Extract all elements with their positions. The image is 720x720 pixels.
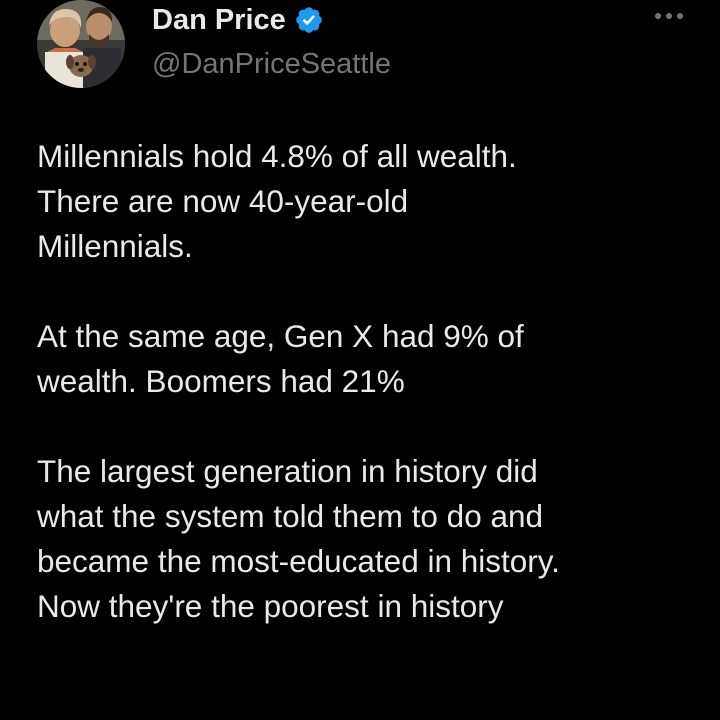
tweet-line: Now they're the poorest in history [37, 588, 504, 624]
tweet-line: what the system told them to do and [37, 498, 544, 534]
author-handle[interactable]: @DanPriceSeattle [152, 46, 391, 82]
avatar[interactable] [37, 0, 125, 88]
more-dot-icon [655, 13, 661, 19]
tweet-paragraph: Millennials hold 4.8% of all wealth. The… [37, 134, 697, 269]
author-name-row: Dan Price [152, 2, 324, 38]
verified-badge-icon [294, 5, 324, 35]
tweet-line: The largest generation in history did [37, 453, 538, 489]
tweet-line: wealth. Boomers had 21% [37, 363, 405, 399]
avatar-photo [37, 0, 125, 88]
tweet-line: Millennials. [37, 228, 193, 264]
tweet-line: At the same age, Gen X had 9% of [37, 318, 524, 354]
tweet-text: Millennials hold 4.8% of all wealth. The… [37, 134, 697, 629]
tweet-line: became the most-educated in history. [37, 543, 560, 579]
more-dot-icon [677, 13, 683, 19]
tweet-line: Millennials hold 4.8% of all wealth. [37, 138, 517, 174]
tweet: Dan Price @DanPriceSeattle Millennials h… [0, 0, 720, 720]
tweet-line: There are now 40-year-old [37, 183, 409, 219]
author-display-name[interactable]: Dan Price [152, 2, 286, 38]
tweet-paragraph: At the same age, Gen X had 9% of wealth.… [37, 314, 697, 404]
more-options-button[interactable] [645, 6, 693, 26]
more-dot-icon [666, 13, 672, 19]
tweet-paragraph: The largest generation in history did wh… [37, 449, 697, 629]
